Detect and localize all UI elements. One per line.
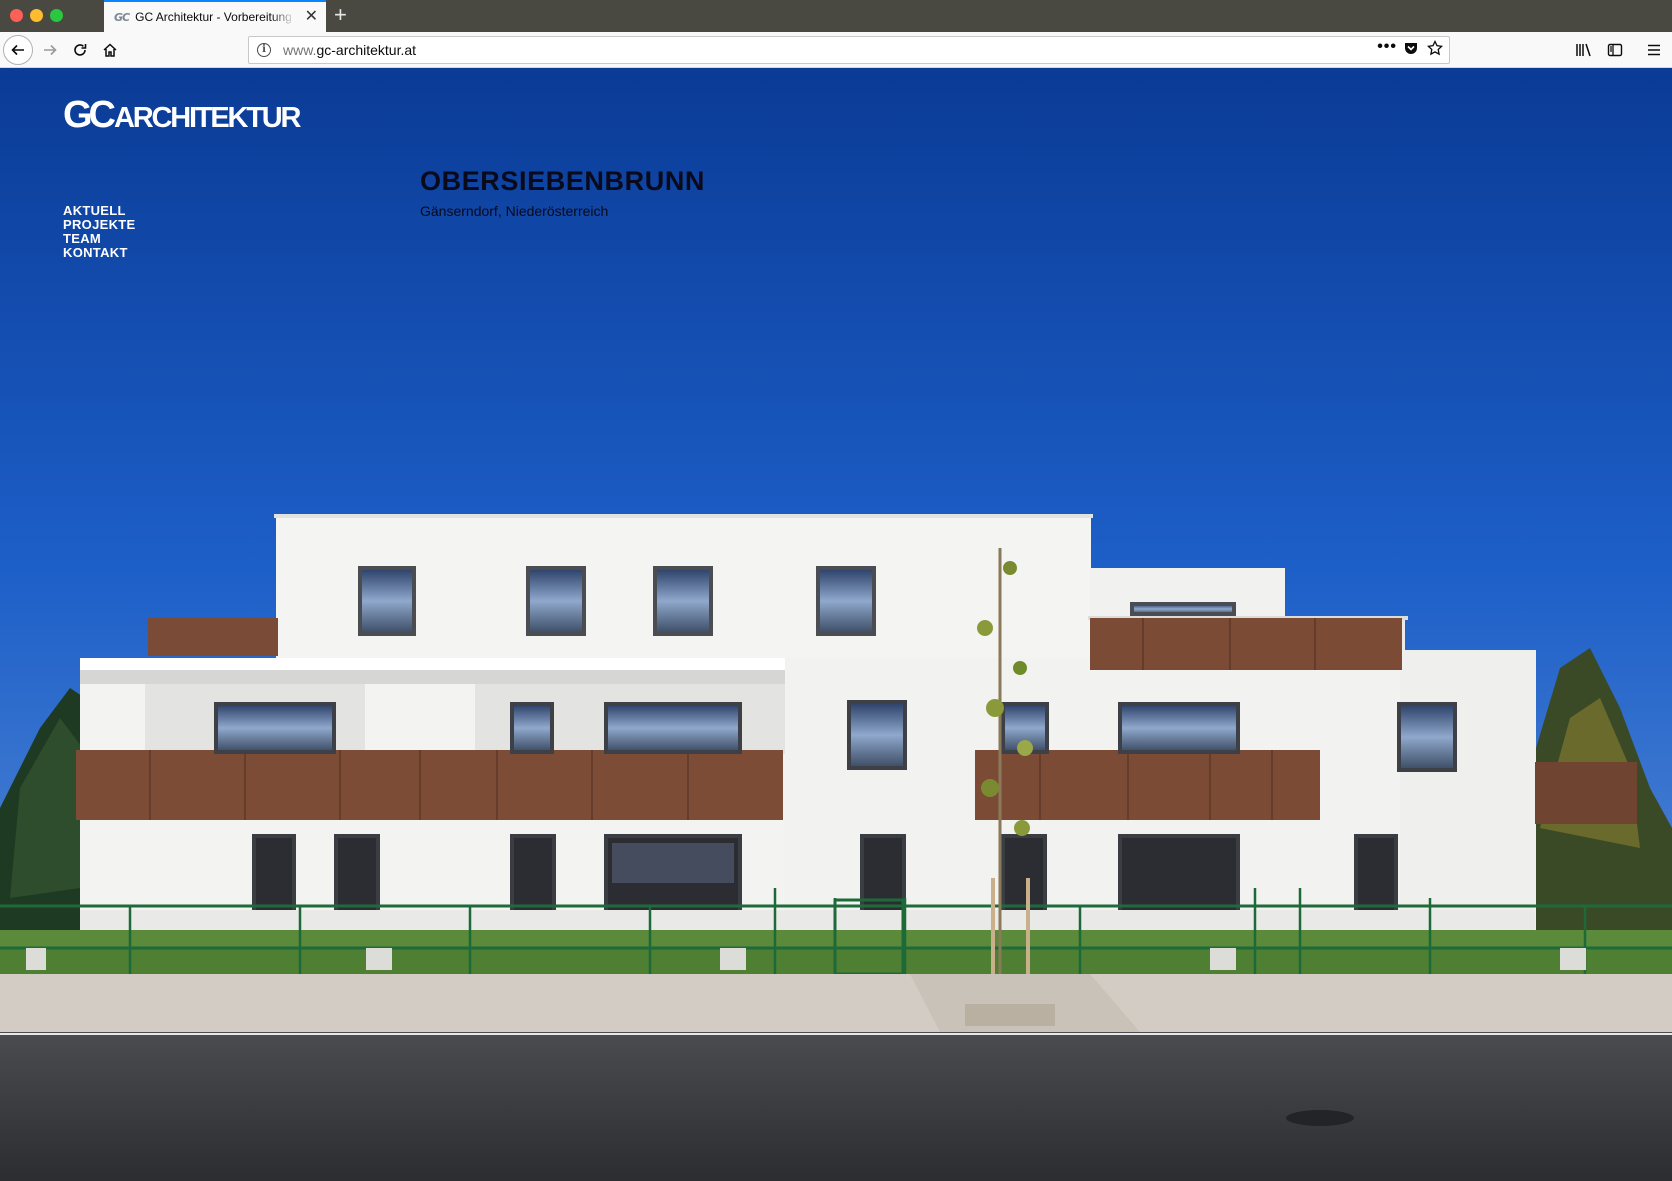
sidebar-icon bbox=[1607, 43, 1623, 57]
url-domain: gc-architektur.at bbox=[316, 42, 417, 58]
nav-kontakt[interactable]: KONTAKT bbox=[63, 246, 135, 260]
tab-title: GC Architektur - Vorbereitung und bbox=[135, 10, 295, 24]
webpage: GCARCHITEKTUR AKTUELL PROJEKTE TEAM KONT… bbox=[0, 68, 1672, 1181]
browser-tab-active[interactable]: GC GC Architektur - Vorbereitung und ✕ bbox=[104, 0, 326, 32]
address-bar[interactable]: i www.gc-architektur.at ••• bbox=[248, 36, 1450, 64]
logo-gc: GC bbox=[63, 94, 116, 136]
home-button[interactable] bbox=[96, 36, 124, 64]
zoom-window-button[interactable] bbox=[50, 9, 63, 22]
hamburger-menu-icon bbox=[1648, 44, 1660, 56]
reload-button[interactable] bbox=[66, 36, 94, 64]
nav-aktuell[interactable]: AKTUELL bbox=[63, 204, 135, 218]
project-location: Gänserndorf, Niederösterreich bbox=[420, 203, 609, 219]
pocket-icon[interactable] bbox=[1403, 40, 1419, 61]
url-text[interactable]: www.gc-architektur.at bbox=[283, 42, 416, 58]
tab-strip: GC GC Architektur - Vorbereitung und ✕ + bbox=[0, 0, 1672, 32]
forward-button[interactable] bbox=[36, 36, 64, 64]
library-icon bbox=[1576, 43, 1591, 57]
site-favicon-icon: GC bbox=[114, 10, 130, 24]
reload-icon bbox=[74, 44, 87, 56]
bookmark-star-icon[interactable] bbox=[1426, 39, 1444, 61]
minimize-window-button[interactable] bbox=[30, 9, 43, 22]
main-navigation: AKTUELL PROJEKTE TEAM KONTAKT bbox=[63, 204, 135, 260]
site-info-icon[interactable]: i bbox=[257, 43, 271, 57]
nav-team[interactable]: TEAM bbox=[63, 232, 135, 246]
menu-button[interactable] bbox=[1640, 36, 1668, 64]
back-button[interactable] bbox=[3, 35, 33, 65]
forward-arrow-icon bbox=[44, 44, 57, 56]
logo-word: ARCHITEKTUR bbox=[114, 102, 301, 134]
hero-photo bbox=[0, 68, 1672, 1181]
site-logo[interactable]: GCARCHITEKTUR bbox=[63, 94, 301, 136]
page-actions-icon[interactable]: ••• bbox=[1377, 38, 1397, 56]
back-arrow-icon bbox=[11, 44, 24, 56]
library-button[interactable] bbox=[1570, 36, 1598, 64]
navigation-toolbar: i www.gc-architektur.at ••• bbox=[0, 32, 1672, 68]
close-window-button[interactable] bbox=[10, 9, 23, 22]
sidebar-button[interactable] bbox=[1601, 36, 1629, 64]
nav-projekte[interactable]: PROJEKTE bbox=[63, 218, 135, 232]
project-title: OBERSIEBENBRUNN bbox=[420, 166, 706, 196]
url-prefix: www. bbox=[283, 42, 317, 58]
new-tab-button[interactable]: + bbox=[334, 2, 347, 28]
home-icon bbox=[103, 43, 117, 57]
tab-close-icon[interactable]: ✕ bbox=[305, 8, 318, 26]
